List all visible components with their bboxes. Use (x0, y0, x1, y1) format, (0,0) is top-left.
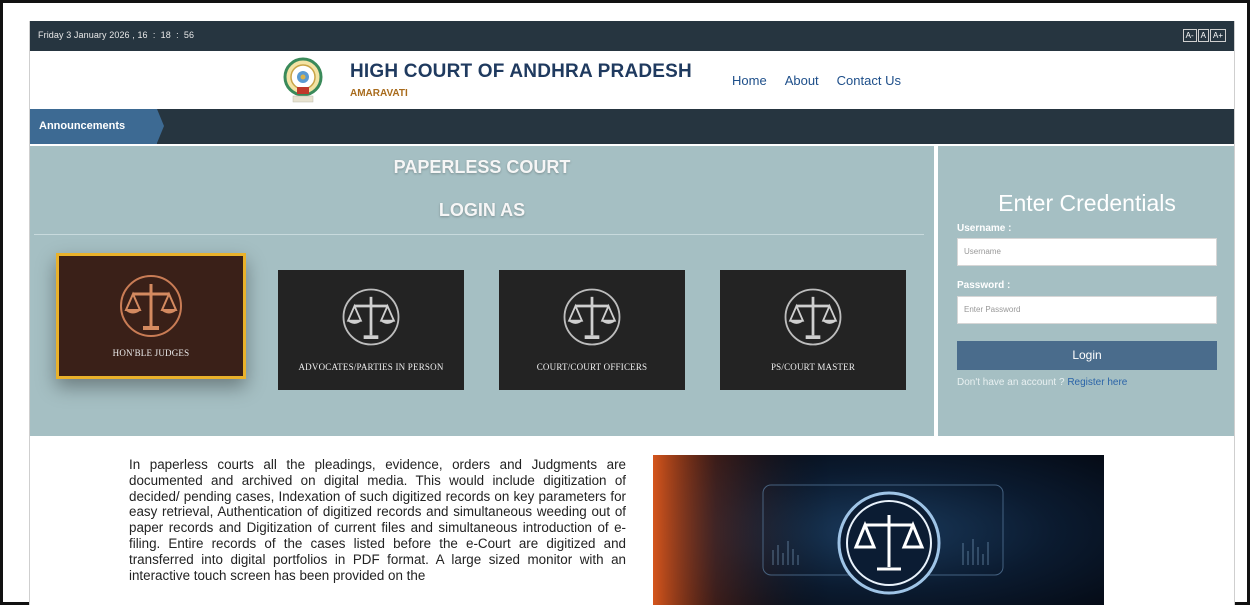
role-card-court-officers[interactable]: COURT/COURT OFFICERS (499, 270, 685, 390)
register-link[interactable]: Register here (1067, 377, 1127, 388)
scales-of-justice-icon (342, 288, 400, 346)
register-line: Don't have an account ? Register here (957, 377, 1127, 388)
password-input[interactable]: Enter Password (957, 296, 1217, 324)
main-nav: Home About Contact Us (732, 73, 901, 88)
site-header: HIGH COURT OF ANDHRA PRADESH AMARAVATI H… (30, 51, 1234, 109)
login-as-panel: PAPERLESS COURT LOGIN AS HON'BLE JUDGES (30, 146, 934, 436)
announcements-bar: Announcements (30, 109, 1234, 144)
nav-home[interactable]: Home (732, 73, 767, 88)
credentials-panel: Enter Credentials Username : Username Pa… (938, 146, 1234, 436)
emblem-logo (283, 57, 323, 103)
role-card-court-master[interactable]: PS/COURT MASTER (720, 270, 906, 390)
nav-contact-us[interactable]: Contact Us (837, 73, 901, 88)
nav-about[interactable]: About (785, 73, 819, 88)
role-label-advocates: ADVOCATES/PARTIES IN PERSON (298, 362, 444, 372)
scales-of-justice-icon (563, 288, 621, 346)
scales-of-justice-icon (120, 275, 182, 337)
font-normal-button[interactable]: A (1197, 29, 1209, 42)
login-as-heading: LOGIN AS (438, 200, 526, 220)
font-decrease-button[interactable]: A- (1182, 29, 1197, 42)
password-label: Password : (957, 280, 1011, 291)
font-size-controls: A- A A+ (1182, 29, 1226, 42)
paperless-court-description: In paperless courts all the pleadings, e… (129, 457, 626, 583)
credentials-title: Enter Credentials (998, 190, 1176, 216)
font-increase-button[interactable]: A+ (1209, 29, 1226, 42)
scales-of-justice-icon (784, 288, 842, 346)
role-label-court-officers: COURT/COURT OFFICERS (536, 362, 648, 372)
username-input[interactable]: Username (957, 238, 1217, 266)
paperless-court-heading: PAPERLESS COURT (393, 157, 571, 177)
panel-divider (34, 234, 924, 235)
username-label: Username : (957, 223, 1012, 234)
announcements-tab-arrow (157, 109, 164, 143)
no-account-text: Don't have an account ? (957, 377, 1065, 388)
date-time-display: Friday 3 January 2026 , 16 : 18 : 56 (38, 30, 195, 40)
court-subtitle: AMARAVATI (350, 88, 408, 99)
announcements-tab[interactable]: Announcements (30, 109, 157, 144)
justice-hero-image (653, 455, 1104, 605)
role-card-advocates[interactable]: ADVOCATES/PARTIES IN PERSON (278, 270, 464, 390)
page-content: Friday 3 January 2026 , 16 : 18 : 56 A- … (29, 21, 1235, 605)
role-card-judges[interactable]: HON'BLE JUDGES (56, 253, 246, 379)
role-label-court-master: PS/COURT MASTER (770, 362, 856, 372)
role-label-judges: HON'BLE JUDGES (112, 348, 190, 358)
login-button[interactable]: Login (957, 341, 1217, 370)
top-bar: Friday 3 January 2026 , 16 : 18 : 56 A- … (30, 21, 1234, 51)
court-title: HIGH COURT OF ANDHRA PRADESH (350, 61, 692, 82)
page-frame: Friday 3 January 2026 , 16 : 18 : 56 A- … (0, 0, 1250, 605)
